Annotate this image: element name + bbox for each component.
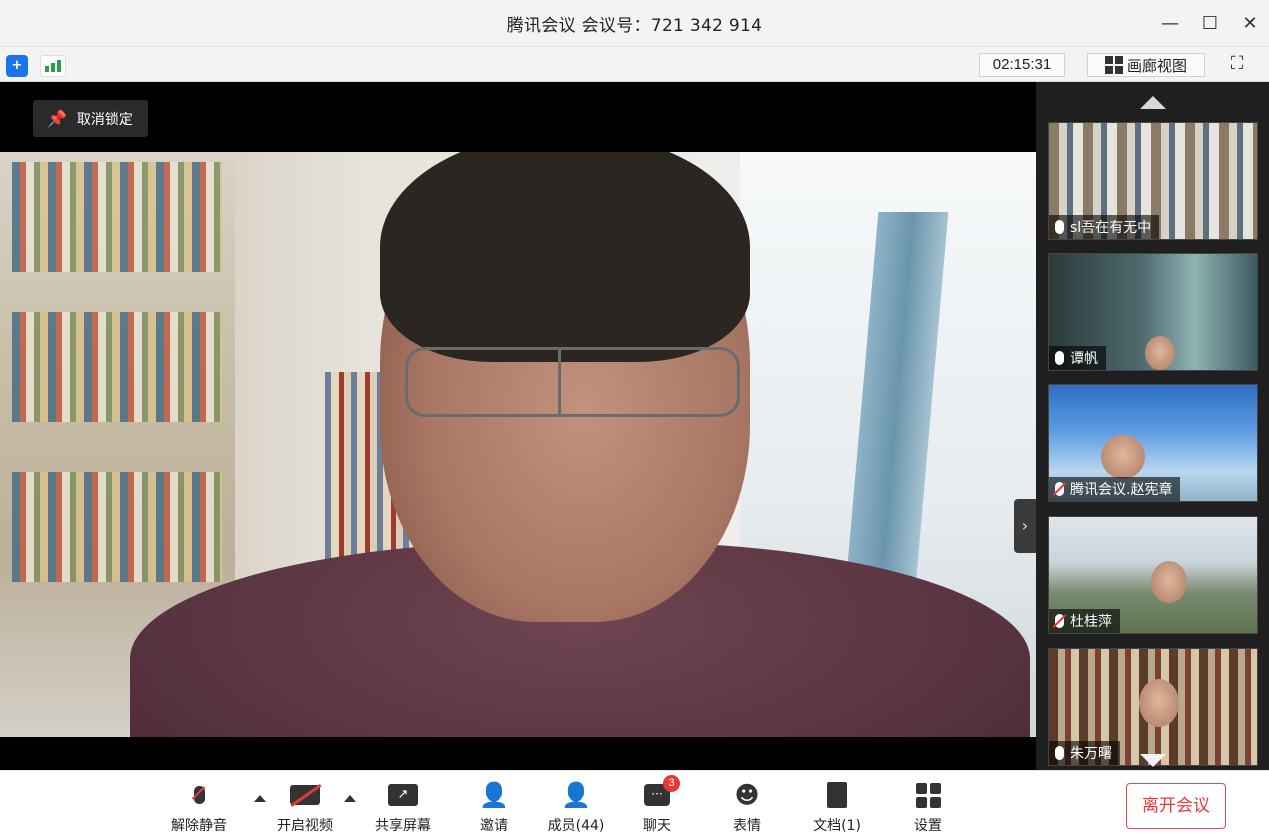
fullscreen-icon[interactable]: ⛶ bbox=[1226, 53, 1248, 77]
window-controls: — ☐ ✕ bbox=[1161, 0, 1259, 46]
signal-icon[interactable] bbox=[40, 55, 66, 77]
scroll-up-icon[interactable] bbox=[1140, 96, 1166, 109]
status-bar: + 02:15:31 画廊视图 ⛶ bbox=[0, 46, 1269, 82]
meeting-toolbar: 解除静音 开启视频 ↗ 共享屏幕 👤 邀请 👤 成员(44) ··· 3 聊天 … bbox=[0, 770, 1269, 840]
participant-name: 杜桂萍 bbox=[1070, 614, 1112, 630]
emoji-label: 表情 bbox=[733, 818, 761, 834]
emoji-icon: ☻ bbox=[734, 781, 760, 809]
mic-muted-icon bbox=[1055, 614, 1064, 628]
share-screen-button[interactable]: ↗ 共享屏幕 bbox=[363, 779, 443, 835]
grid-icon bbox=[1104, 56, 1123, 74]
pin-icon: 📌 bbox=[47, 109, 67, 128]
mic-icon bbox=[1055, 351, 1064, 365]
start-video-button[interactable]: 开启视频 bbox=[265, 779, 345, 835]
participant-tile[interactable]: sl吾在有无中 bbox=[1048, 122, 1258, 240]
share-screen-label: 共享屏幕 bbox=[375, 818, 431, 834]
participant-face bbox=[1151, 561, 1187, 603]
settings-grid-icon bbox=[915, 779, 941, 811]
share-screen-icon: ↗ bbox=[388, 779, 418, 811]
close-icon[interactable]: ✕ bbox=[1241, 13, 1259, 34]
participant-name: 腾讯会议.赵宪章 bbox=[1070, 482, 1173, 498]
camera-off-icon bbox=[290, 779, 322, 811]
collapse-sidebar-button[interactable]: › bbox=[1014, 499, 1036, 553]
participant-tile[interactable]: 朱万曙 bbox=[1048, 648, 1258, 766]
maximize-icon[interactable]: ☐ bbox=[1201, 13, 1219, 34]
unmute-label: 解除静音 bbox=[171, 818, 227, 834]
unmute-button[interactable]: 解除静音 bbox=[159, 779, 239, 835]
participant-face bbox=[1145, 336, 1175, 370]
emoji-button[interactable]: ☻ 表情 bbox=[707, 779, 787, 835]
main-video-area: 📌 取消锁定 › bbox=[0, 82, 1036, 770]
scroll-down-icon[interactable] bbox=[1140, 754, 1166, 767]
documents-button[interactable]: 文档(1) bbox=[797, 779, 877, 835]
add-user-icon: 👤 bbox=[479, 781, 509, 809]
document-icon bbox=[827, 779, 847, 811]
unlock-label: 取消锁定 bbox=[76, 111, 133, 128]
leave-meeting-button[interactable]: 离开会议 bbox=[1126, 783, 1226, 829]
participant-tile[interactable]: 谭帆 bbox=[1048, 253, 1258, 371]
video-options-icon[interactable] bbox=[344, 795, 356, 802]
shield-icon[interactable]: + bbox=[6, 55, 28, 77]
participant-face bbox=[1101, 435, 1145, 479]
chat-button[interactable]: ··· 3 聊天 bbox=[617, 775, 697, 835]
participant-name: 谭帆 bbox=[1070, 351, 1098, 367]
participant-sidebar: sl吾在有无中 谭帆 腾讯会议.赵宪章 杜桂萍 朱万曙 bbox=[1036, 82, 1269, 770]
mic-icon bbox=[1055, 220, 1064, 234]
invite-button[interactable]: 👤 邀请 bbox=[454, 779, 534, 835]
settings-button[interactable]: 设置 bbox=[888, 779, 968, 835]
chat-label: 聊天 bbox=[643, 818, 671, 834]
members-button[interactable]: 👤 成员(44) bbox=[536, 779, 616, 835]
participant-name: sl吾在有无中 bbox=[1070, 220, 1152, 236]
participant-tile[interactable]: 腾讯会议.赵宪章 bbox=[1048, 384, 1258, 502]
chat-icon: ··· 3 bbox=[644, 775, 680, 811]
speaker-video bbox=[0, 152, 1036, 737]
mic-muted-icon bbox=[1055, 482, 1064, 496]
minimize-icon[interactable]: — bbox=[1161, 13, 1179, 34]
members-label: 成员(44) bbox=[547, 818, 605, 834]
members-icon: 👤 bbox=[561, 781, 591, 809]
gallery-view-label: 画廊视图 bbox=[1126, 56, 1187, 75]
documents-label: 文档(1) bbox=[813, 818, 861, 834]
chat-badge: 3 bbox=[663, 775, 680, 792]
speaker-glasses bbox=[405, 347, 740, 417]
participant-face bbox=[1139, 679, 1179, 727]
title-bar: 腾讯会议 会议号：721 342 914 — ☐ ✕ bbox=[0, 0, 1269, 46]
microphone-muted-icon bbox=[193, 779, 205, 811]
start-video-label: 开启视频 bbox=[277, 818, 333, 834]
meeting-timer: 02:15:31 bbox=[979, 53, 1065, 77]
speaker-hair bbox=[380, 152, 750, 362]
participant-tile[interactable]: 杜桂萍 bbox=[1048, 516, 1258, 634]
participant-name: 朱万曙 bbox=[1070, 746, 1112, 762]
mic-icon bbox=[1055, 746, 1064, 760]
unlock-button[interactable]: 📌 取消锁定 bbox=[33, 100, 148, 137]
settings-label: 设置 bbox=[914, 818, 942, 834]
invite-label: 邀请 bbox=[480, 818, 508, 834]
gallery-view-button[interactable]: 画廊视图 bbox=[1087, 53, 1205, 77]
window-title: 腾讯会议 会议号：721 342 914 bbox=[506, 15, 763, 36]
